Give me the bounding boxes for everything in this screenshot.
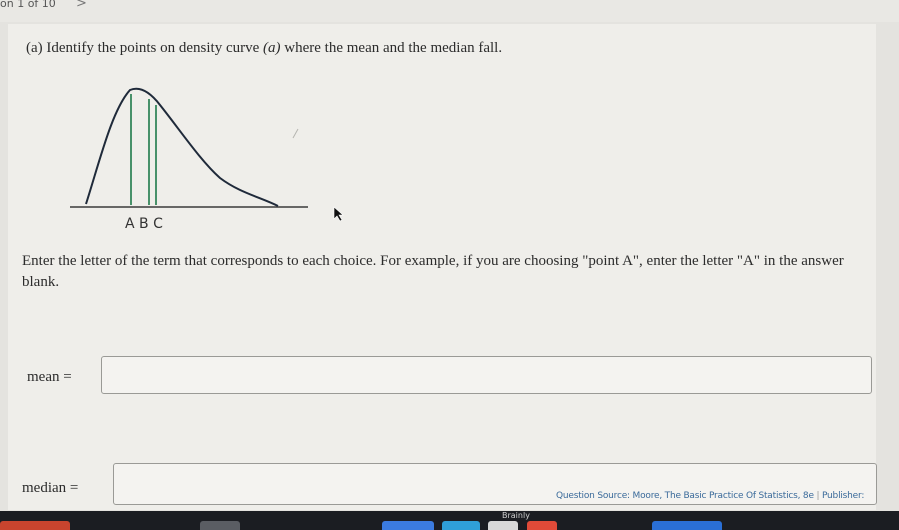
stray-mark bbox=[292, 128, 299, 139]
median-label: median = bbox=[22, 480, 79, 496]
source-separator: | bbox=[816, 491, 820, 501]
question-source: Question Source: Moore, The Basic Practi… bbox=[556, 491, 864, 501]
dock-app-cyan-icon[interactable] bbox=[442, 521, 480, 530]
dock-app-orange-icon[interactable] bbox=[527, 521, 557, 530]
mean-label: mean = bbox=[27, 369, 72, 385]
dock-app-gray-icon[interactable] bbox=[200, 521, 240, 530]
instructions-text: Enter the letter of the term that corres… bbox=[22, 253, 844, 290]
dock-app-navy-icon[interactable] bbox=[652, 521, 722, 530]
question-prompt: (a) Identify the points on density curve… bbox=[26, 40, 502, 57]
axis-point-labels: A B C bbox=[125, 216, 163, 232]
prompt-tail: where the mean and the median fall. bbox=[280, 40, 503, 56]
top-bar: on 1 of 10 > bbox=[0, 0, 899, 22]
mean-answer-input[interactable] bbox=[101, 356, 872, 394]
next-question-arrow[interactable]: > bbox=[76, 0, 87, 11]
brand-watermark: Brainly bbox=[502, 511, 530, 520]
density-curve-graph: A B C bbox=[70, 87, 308, 232]
dock-app-red-icon[interactable] bbox=[0, 521, 70, 530]
mouse-cursor-icon bbox=[333, 206, 344, 222]
prompt-lead: (a) Identify the points on density curve bbox=[26, 40, 264, 56]
dock-app-white-icon[interactable] bbox=[488, 521, 518, 530]
source-text: Question Source: Moore, The Basic Practi… bbox=[556, 491, 814, 501]
prompt-variable: (a) bbox=[263, 40, 281, 56]
density-curve bbox=[85, 87, 279, 207]
publisher-text: Publisher: bbox=[821, 491, 865, 501]
dock-app-blue-icon[interactable] bbox=[382, 521, 434, 530]
question-counter: on 1 of 10 bbox=[0, 0, 56, 10]
